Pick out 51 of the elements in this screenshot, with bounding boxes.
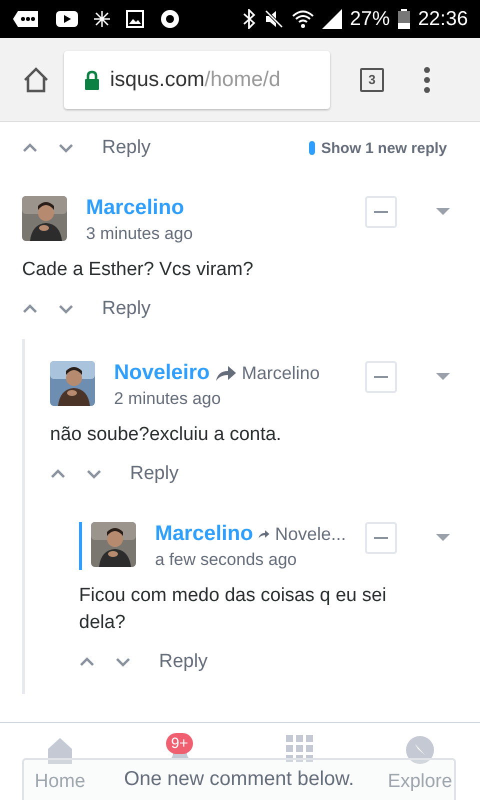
- author-name[interactable]: Marcelino: [86, 196, 184, 220]
- reply-link[interactable]: Reply: [130, 463, 179, 485]
- grid-icon[interactable]: [286, 735, 314, 763]
- reply-arrow-icon: [214, 364, 237, 382]
- upvote-icon[interactable]: [50, 469, 66, 479]
- signal-icon: [322, 9, 342, 29]
- address-bar[interactable]: isqus.com/home/d: [64, 50, 330, 108]
- battery-percent: 27%: [350, 8, 390, 30]
- reply-link[interactable]: Reply: [159, 651, 208, 673]
- reply-link[interactable]: Reply: [102, 298, 151, 320]
- comment-time[interactable]: 3 minutes ago: [86, 224, 346, 244]
- comment-text: não soube?excluiu a conta.: [50, 423, 282, 447]
- caret-icon[interactable]: [436, 534, 450, 542]
- upvote-icon[interactable]: [22, 304, 38, 314]
- home-icon[interactable]: [22, 66, 50, 94]
- collapse-button[interactable]: [365, 522, 397, 554]
- play-icon: [56, 11, 78, 27]
- upvote-icon[interactable]: [79, 657, 95, 667]
- comment-text: Cade a Esther? Vcs viram?: [22, 258, 254, 282]
- reply-link[interactable]: Reply: [102, 137, 151, 159]
- image-icon: [126, 10, 144, 28]
- clock: 22:36: [418, 8, 468, 30]
- battery-icon: [398, 9, 410, 29]
- chat-icon: [12, 9, 40, 29]
- menu-icon[interactable]: [424, 66, 430, 92]
- notification-badge: 9+: [166, 733, 194, 754]
- collapse-button[interactable]: [365, 361, 397, 393]
- snowflake-icon: [94, 11, 110, 27]
- downvote-icon[interactable]: [115, 657, 131, 667]
- mute-icon: [264, 9, 284, 29]
- upvote-icon[interactable]: [22, 143, 38, 153]
- downvote-icon[interactable]: [58, 143, 74, 153]
- reply-to-name[interactable]: Marcelino: [242, 362, 320, 384]
- author-name[interactable]: Noveleiro: [114, 361, 210, 385]
- bluetooth-icon: [242, 9, 256, 29]
- comment-text: Ficou com medo das coisas q eu sei dela?: [79, 584, 388, 635]
- reply-to-name[interactable]: Novele...: [274, 524, 346, 544]
- author-name[interactable]: Marcelino: [155, 522, 254, 546]
- downvote-icon[interactable]: [86, 469, 102, 479]
- comment-time[interactable]: 2 minutes ago: [114, 389, 346, 409]
- lock-icon: [84, 70, 100, 90]
- caret-icon[interactable]: [436, 373, 450, 381]
- wifi-icon: [292, 9, 314, 29]
- browser-icon: [160, 9, 180, 29]
- new-reply-link[interactable]: Show 1 new reply: [309, 140, 447, 156]
- tab-count-button[interactable]: 3: [360, 68, 384, 92]
- comment-time[interactable]: a few seconds ago: [155, 550, 346, 570]
- downvote-icon[interactable]: [58, 304, 74, 314]
- collapse-button[interactable]: [365, 196, 397, 228]
- compass-icon[interactable]: [405, 735, 435, 765]
- caret-icon[interactable]: [436, 208, 450, 216]
